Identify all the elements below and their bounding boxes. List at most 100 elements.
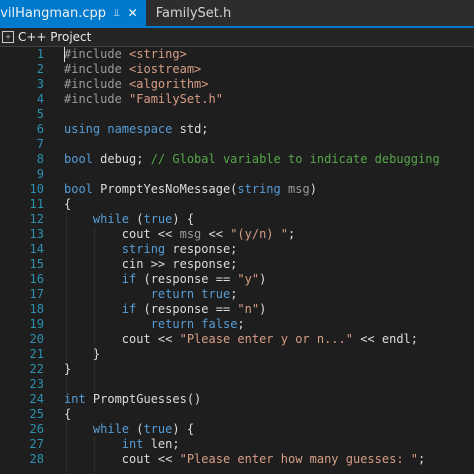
code-token: int: [64, 392, 86, 406]
code-token: while: [92, 422, 130, 436]
document-tab-bar: EvilHangman.cpp ⫫ ✕ FamilySet.h: [0, 0, 474, 26]
code-token: PromptYesNoMessage(: [92, 182, 238, 196]
line-number: 16: [29, 272, 44, 286]
code-text: if (response == "n"): [64, 302, 267, 317]
code-text: cout << "Please enter y or n..." << endl…: [64, 332, 418, 347]
code-token: false: [201, 317, 238, 331]
code-text: return false;: [64, 317, 245, 332]
code-token: "Please enter how many guesses: ": [179, 452, 419, 466]
tab-familyset-h[interactable]: FamilySet.h: [146, 0, 240, 26]
close-icon[interactable]: ✕: [128, 6, 138, 20]
line-number: 15: [29, 257, 44, 271]
line-number: 20: [29, 332, 44, 346]
code-token: int: [121, 437, 144, 451]
code-token: << endl;: [352, 332, 419, 346]
code-token: <algorithm>: [129, 77, 209, 91]
code-text: bool PromptYesNoMessage(string msg): [64, 182, 317, 197]
code-token: // Global variable to indicate debugging: [150, 152, 440, 166]
line-number: 25: [29, 407, 44, 421]
code-token: ;: [418, 452, 426, 466]
line-number: 5: [36, 107, 44, 121]
code-text: if (response == "y"): [64, 272, 267, 287]
code-token: #include: [64, 77, 130, 91]
line-number: 21: [29, 347, 44, 361]
code-token: string: [237, 182, 281, 196]
tab-label: EvilHangman.cpp: [0, 5, 107, 21]
code-token: while: [92, 212, 130, 226]
code-token: (: [129, 422, 144, 436]
line-number: 18: [29, 302, 44, 316]
code-token: "n": [237, 302, 260, 316]
line-number: 28: [29, 452, 44, 466]
code-token: response;: [165, 242, 238, 256]
line-number: 19: [29, 317, 44, 331]
code-text: int PromptGuesses(): [64, 392, 201, 407]
code-token: cout <<: [64, 227, 180, 241]
code-token: msg: [288, 182, 310, 196]
code-text: {: [64, 197, 71, 212]
code-token: ;: [237, 317, 245, 331]
code-text: using namespace std;: [64, 122, 209, 137]
line-number: 1: [36, 47, 44, 61]
code-text: cin >> response;: [64, 257, 238, 272]
line-number: 9: [36, 167, 44, 181]
code-token: ): [259, 302, 267, 316]
code-editor[interactable]: 1 #include <string> 2 #include <iostream> 3 #…: [0, 47, 474, 474]
code-token: ;: [287, 227, 296, 241]
code-text: cout << "Please enter how many guesses: …: [64, 452, 425, 467]
code-token: <iostream>: [129, 62, 202, 76]
line-number: 3: [36, 77, 44, 91]
code-token: if: [121, 272, 137, 286]
code-token: ) {: [172, 422, 195, 436]
line-number: 22: [29, 362, 44, 376]
code-token: <string>: [129, 47, 187, 61]
line-number: 12: [29, 212, 44, 226]
code-token: <<: [201, 227, 231, 241]
navigation-bar: + C++ Project: [0, 28, 474, 47]
code-text: }: [64, 347, 100, 362]
code-text: int len;: [64, 437, 180, 452]
code-token: ;: [230, 287, 238, 301]
line-number: 10: [29, 182, 44, 196]
code-text: {: [64, 407, 71, 422]
code-token: len;: [143, 437, 180, 451]
line-number: 24: [29, 392, 44, 406]
code-text: return true;: [64, 287, 238, 302]
text-caret: [64, 47, 65, 62]
code-token: }: [64, 347, 101, 361]
code-token: {: [64, 407, 72, 421]
line-number: 26: [29, 422, 44, 436]
code-token: using: [64, 122, 101, 136]
code-text: #include <iostream>: [64, 62, 201, 77]
code-token: {: [64, 197, 72, 211]
code-text: }: [64, 362, 71, 377]
line-number: 17: [29, 287, 44, 301]
code-token: return: [150, 287, 195, 301]
project-dropdown[interactable]: C++ Project: [18, 30, 91, 44]
code-token: ) {: [172, 212, 195, 226]
code-token: bool: [64, 152, 93, 166]
code-token: namespace: [107, 122, 173, 136]
code-token: true: [143, 212, 173, 226]
code-text: cout << msg << "(y/n) ";: [64, 227, 295, 242]
code-token: cout <<: [64, 332, 180, 346]
code-token: cin >> response;: [64, 257, 238, 271]
line-number: 8: [36, 152, 44, 166]
pin-icon[interactable]: ⫫: [114, 8, 120, 19]
code-token: true: [201, 287, 231, 301]
line-number: 27: [29, 437, 44, 451]
line-number: 6: [36, 122, 44, 136]
code-token: #include: [64, 62, 130, 76]
code-token: std;: [172, 122, 209, 136]
tab-evilhangman-cpp[interactable]: EvilHangman.cpp ⫫ ✕: [0, 0, 146, 26]
code-token: "(y/n) ": [230, 227, 288, 241]
